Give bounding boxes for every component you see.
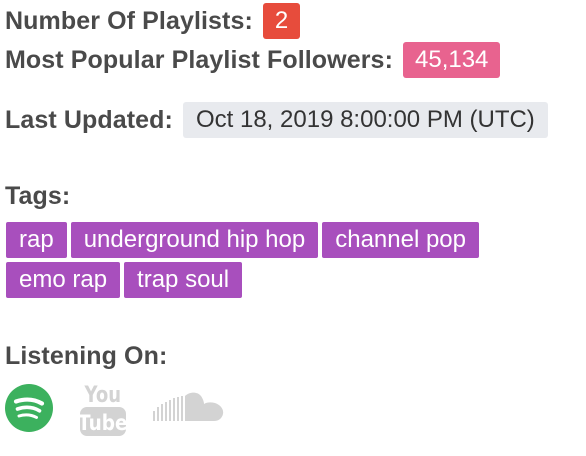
followers-row: Most Popular Playlist Followers: 45,134 <box>5 42 501 78</box>
tags-heading-row: Tags: <box>5 182 70 211</box>
last-updated-label: Last Updated: <box>5 105 173 134</box>
followers-label: Most Popular Playlist Followers: <box>5 45 393 74</box>
soundcloud-icon <box>153 392 224 421</box>
playlist-count-badge: 2 <box>262 3 301 39</box>
playlist-count-label: Number Of Playlists: <box>5 6 253 35</box>
soundcloud-link[interactable] <box>153 390 227 426</box>
youtube-icon: You Tube <box>79 381 127 436</box>
followers-badge: 45,134 <box>403 42 501 78</box>
tag-chip[interactable]: emo rap <box>6 262 121 298</box>
service-links: You Tube <box>5 378 253 438</box>
tag-chip[interactable]: trap soul <box>124 262 243 298</box>
tag-chip[interactable]: underground hip hop <box>70 222 319 258</box>
spotify-link[interactable] <box>5 384 53 432</box>
last-updated-row: Last Updated: Oct 18, 2019 8:00:00 PM (U… <box>5 102 548 138</box>
listening-label: Listening On: <box>5 342 168 370</box>
spotify-icon <box>5 384 53 432</box>
youtube-logo-bottom: Tube <box>79 411 127 435</box>
playlist-count-row: Number Of Playlists: 2 <box>5 3 301 39</box>
last-updated-value: Oct 18, 2019 8:00:00 PM (UTC) <box>182 102 548 138</box>
youtube-logo-top: You <box>84 381 122 407</box>
tag-chip[interactable]: channel pop <box>322 222 479 258</box>
youtube-link[interactable]: You Tube <box>79 378 127 438</box>
tags-label: Tags: <box>5 182 71 210</box>
tag-chip[interactable]: rap <box>6 222 67 258</box>
listening-heading-row: Listening On: <box>5 342 167 371</box>
tag-list: rap underground hip hop channel pop emo … <box>6 222 566 302</box>
